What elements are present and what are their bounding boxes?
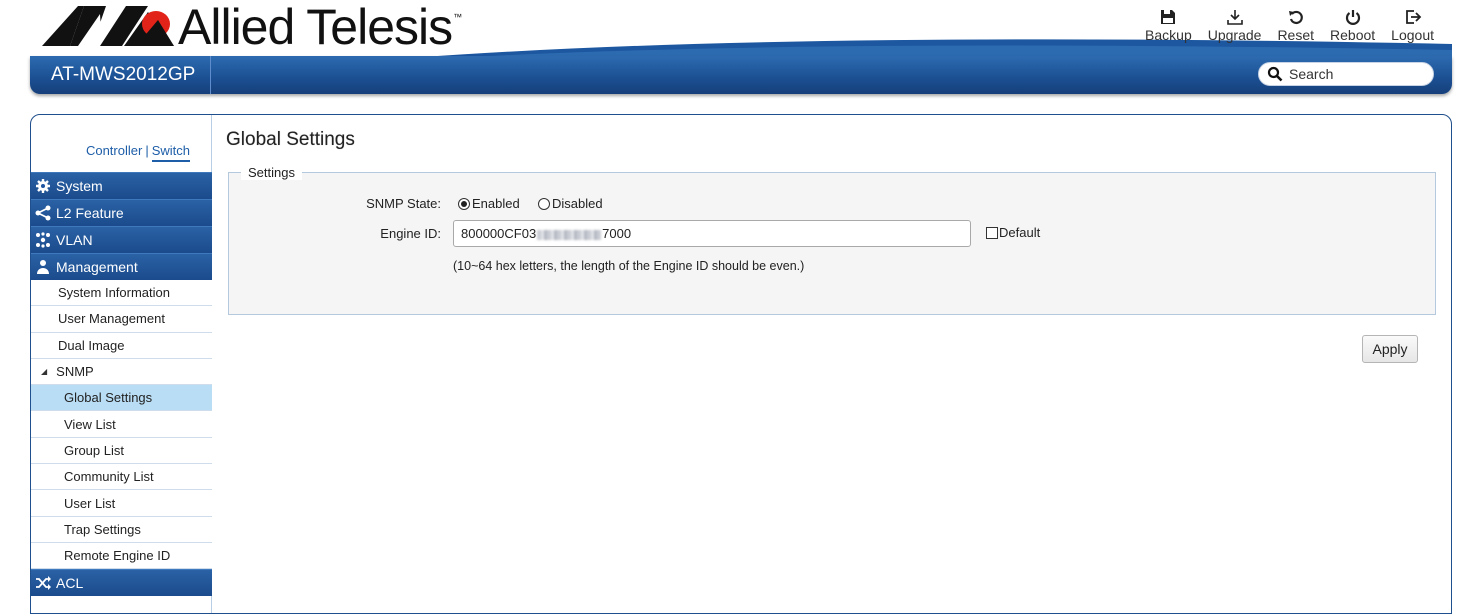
disabled-label: Disabled	[552, 196, 603, 211]
engine-id-prefix: 800000CF03	[461, 226, 537, 241]
sidebar-item-user-management[interactable]: User Management	[31, 306, 212, 333]
network-icon	[36, 232, 50, 248]
engine-id-input[interactable]: 800000CF03 7000	[453, 220, 971, 247]
redacted-blur	[537, 229, 602, 240]
users-icon	[37, 260, 49, 274]
checkbox-unchecked-icon	[986, 226, 998, 239]
default-label: Default	[999, 225, 1041, 240]
download-icon	[1226, 10, 1243, 25]
main-panel: Controller | Switch System L2 Feature VLAN…	[30, 114, 1452, 614]
engine-id-hint: (10~64 hex letters, the length of the En…	[453, 259, 805, 273]
sidebar-item-management[interactable]: Management	[31, 253, 212, 280]
content-area: Global Settings Settings SNMP State: Ena…	[226, 115, 1441, 613]
radio-checked-icon	[458, 197, 470, 210]
sidebar-item-system-information[interactable]: System Information	[31, 280, 212, 307]
radio-unchecked-icon	[538, 197, 550, 210]
mode-separator: |	[145, 143, 149, 158]
upgrade-button[interactable]: Upgrade	[1200, 8, 1270, 43]
logout-button[interactable]: Logout	[1383, 8, 1442, 43]
reboot-button[interactable]: Reboot	[1322, 8, 1383, 43]
brand-name: Allied Telesis™	[178, 0, 462, 55]
device-model: AT-MWS2012GP	[30, 56, 211, 94]
engine-id-label: Engine ID:	[380, 226, 441, 241]
search-input[interactable]	[1289, 66, 1429, 82]
sidebar-menu: System L2 Feature VLAN Management System…	[31, 172, 212, 597]
snmp-disabled-radio[interactable]: Disabled	[538, 196, 603, 211]
upgrade-label: Upgrade	[1207, 27, 1262, 43]
reboot-label: Reboot	[1330, 27, 1376, 43]
sidebar: Controller | Switch System L2 Feature VLAN…	[31, 115, 212, 613]
sidebar-item-view-list[interactable]: View List	[31, 411, 212, 438]
shuffle-icon	[36, 576, 51, 591]
sidebar-item-dual-image[interactable]: Dual Image	[31, 332, 212, 359]
backup-button[interactable]: Backup	[1137, 8, 1200, 43]
switch-link[interactable]: Switch	[151, 143, 190, 162]
sidebar-item-label: ACL	[56, 575, 84, 592]
sidebar-item-snmp[interactable]: ◢ SNMP	[31, 358, 212, 386]
engine-id-suffix: 7000	[602, 226, 632, 241]
sidebar-item-label: Management	[56, 259, 138, 275]
sidebar-item-remote-engine-id[interactable]: Remote Engine ID	[31, 542, 212, 570]
controller-link[interactable]: Controller	[86, 143, 142, 158]
sidebar-item-label: SNMP	[56, 364, 94, 380]
power-icon	[1345, 10, 1360, 25]
sidebar-item-trap-settings[interactable]: Trap Settings	[31, 516, 212, 543]
snmp-enabled-radio[interactable]: Enabled	[458, 196, 520, 211]
search-icon	[1267, 66, 1283, 82]
settings-legend: Settings	[241, 165, 302, 180]
enabled-label: Enabled	[472, 196, 520, 211]
sidebar-item-system[interactable]: System	[31, 172, 212, 199]
sidebar-item-global-settings[interactable]: Global Settings	[31, 385, 212, 412]
sidebar-item-user-list[interactable]: User List	[31, 490, 212, 517]
header-toolbar: Backup Upgrade Reset Reboot Logout	[1137, 8, 1442, 43]
backup-label: Backup	[1145, 27, 1192, 43]
gear-icon	[36, 179, 50, 193]
collapse-icon: ◢	[41, 367, 48, 377]
reset-label: Reset	[1277, 27, 1315, 43]
logout-label: Logout	[1391, 27, 1434, 43]
reset-icon	[1288, 10, 1303, 25]
settings-fieldset: Settings SNMP State: Enabled Disabled En…	[228, 165, 1436, 315]
search-box[interactable]	[1258, 62, 1434, 86]
default-checkbox[interactable]: Default	[986, 225, 1040, 240]
allied-telesis-logo-icon	[42, 6, 174, 46]
sidebar-item-l2-feature[interactable]: L2 Feature	[31, 199, 212, 226]
sidebar-item-label: L2 Feature	[56, 205, 124, 221]
snmp-state-label: SNMP State:	[366, 196, 441, 211]
app-header: Allied Telesis™ Backup Upgrade Reset Reb…	[30, 0, 1452, 95]
sidebar-item-vlan[interactable]: VLAN	[31, 226, 212, 253]
mode-switch: Controller | Switch	[31, 143, 212, 162]
share-icon	[35, 205, 51, 221]
reset-button[interactable]: Reset	[1269, 8, 1322, 43]
page-title: Global Settings	[226, 129, 355, 150]
header-bar: AT-MWS2012GP	[30, 56, 1452, 94]
apply-button[interactable]: Apply	[1362, 335, 1418, 363]
floppy-icon	[1161, 10, 1176, 24]
sidebar-item-acl[interactable]: ACL	[31, 569, 212, 597]
logout-icon	[1405, 10, 1421, 24]
sidebar-item-label: System	[56, 178, 103, 194]
sidebar-item-community-list[interactable]: Community List	[31, 464, 212, 491]
sidebar-item-group-list[interactable]: Group List	[31, 437, 212, 465]
sidebar-item-label: VLAN	[56, 232, 93, 248]
